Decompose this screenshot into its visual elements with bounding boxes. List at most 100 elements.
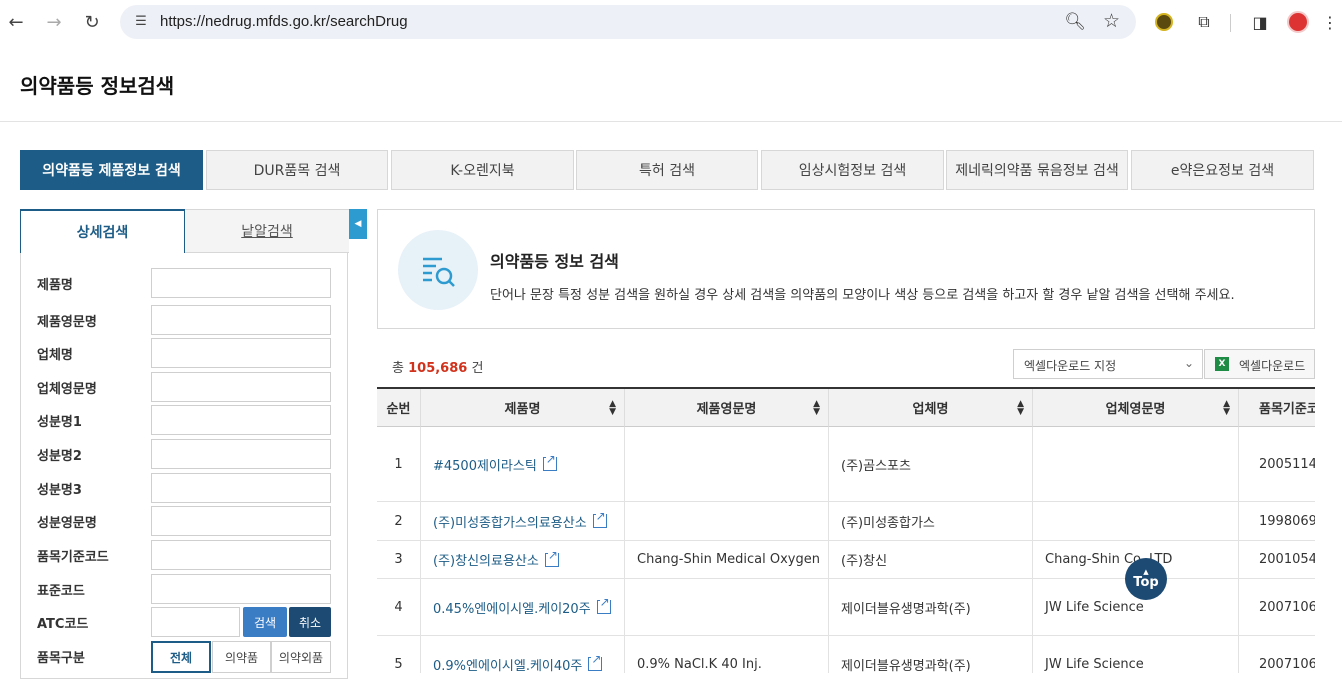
product-name[interactable]: (주)미성종합가스의료용산소 <box>433 512 587 531</box>
external-link-icon[interactable] <box>588 652 603 671</box>
extension-badge-icon[interactable] <box>1150 8 1178 36</box>
excel-download-button[interactable]: X 엑셀다운로드 <box>1204 349 1315 379</box>
product-name-link[interactable]: #4500제이라스틱 <box>421 427 625 502</box>
tab-pill-search[interactable]: 낱알검색 <box>185 209 349 253</box>
category-all-option[interactable]: 전체 <box>151 641 211 673</box>
field-label: 업체명 <box>37 348 73 363</box>
field-product-eng-name: 제품영문명 <box>37 305 333 335</box>
field-item-category: 품목구분 전체 의약품 의약외품 <box>37 641 333 673</box>
product-eng-name <box>625 427 829 502</box>
row-no: 4 <box>377 579 421 636</box>
page: 의약품등 정보검색 의약품등 제품정보 검색 DUR품목 검색 K-오렌지북 특… <box>0 44 1342 679</box>
back-icon[interactable]: ← <box>2 8 30 36</box>
address-bar[interactable]: ☰ https://nedrug.mfds.go.kr/searchDrug 🔍… <box>120 5 1136 39</box>
sort-icon[interactable]: ▲ ▼ <box>609 400 616 417</box>
field-label: 성분명2 <box>37 449 82 464</box>
item-code: 20010544 <box>1239 541 1315 579</box>
external-link-icon[interactable] <box>542 452 557 471</box>
results-table: 순번 제품명 ▲ ▼ 제품영문명 ▲ ▼ 업체명 ▲ ▼ 업체영문명 ▲ ▼ 품목기준코 1 #… <box>377 387 1315 673</box>
field-item-code: 품목기준코드 <box>37 540 333 570</box>
sort-icon[interactable]: ▲ ▼ <box>1223 400 1230 417</box>
field-label: ATC코드 <box>37 617 89 632</box>
site-settings-icon[interactable]: ☰ <box>132 13 150 31</box>
reload-icon[interactable]: ↻ <box>78 8 106 36</box>
atc-cancel-button[interactable]: 취소 <box>289 607 331 637</box>
count-suffix: 건 <box>471 361 484 376</box>
item-code: 19980698 <box>1239 502 1315 541</box>
star-icon[interactable]: ☆ <box>1103 10 1120 32</box>
side-panel-icon[interactable]: ◨ <box>1246 8 1274 36</box>
col-header-company[interactable]: 업체명 ▲ ▼ <box>829 389 1033 427</box>
ingredient-eng-name-input[interactable] <box>151 506 331 536</box>
field-product-name: 제품명 <box>37 268 333 298</box>
product-name-link[interactable]: 0.9%엔에이시엘.케이40주 <box>421 636 625 673</box>
product-eng-name-input[interactable] <box>151 305 331 335</box>
atc-search-button[interactable]: 검색 <box>243 607 287 637</box>
ingredient-2-input[interactable] <box>151 439 331 469</box>
product-name-link[interactable]: 0.45%엔에이시엘.케이20주 <box>421 579 625 636</box>
col-header-product[interactable]: 제품명 ▲ ▼ <box>421 389 625 427</box>
product-name[interactable]: 0.45%엔에이시엘.케이20주 <box>433 598 591 617</box>
tab-clinical-trial[interactable]: 임상시험정보 검색 <box>761 150 944 190</box>
page-title: 의약품등 정보검색 <box>20 74 175 98</box>
product-name[interactable]: (주)창신의료용산소 <box>433 550 539 569</box>
product-name-link[interactable]: (주)창신의료용산소 <box>421 541 625 579</box>
company-name: (주)창신 <box>829 541 1033 579</box>
tab-patent[interactable]: 특허 검색 <box>576 150 758 190</box>
tab-product-info[interactable]: 의약품등 제품정보 검색 <box>20 150 203 190</box>
scroll-top-button[interactable]: ▲ Top <box>1125 558 1167 600</box>
standard-code-input[interactable] <box>151 574 331 604</box>
product-name[interactable]: #4500제이라스틱 <box>433 455 537 474</box>
external-link-icon[interactable] <box>596 595 611 614</box>
excel-download-select[interactable]: 엑셀다운로드 지정 ⌄ <box>1013 349 1203 379</box>
atc-code-input[interactable] <box>151 607 240 637</box>
item-code: 20071060 <box>1239 636 1315 673</box>
tab-generic-bundle[interactable]: 제네릭의약품 묶음정보 검색 <box>946 150 1128 190</box>
sort-icon[interactable]: ▲ ▼ <box>813 400 820 417</box>
col-header-label: 품목기준코 <box>1259 402 1315 417</box>
field-company-eng-name: 업체영문명 <box>37 372 333 402</box>
item-code-input[interactable] <box>151 540 331 570</box>
field-label: 표준코드 <box>37 584 85 599</box>
category-drug-option[interactable]: 의약품 <box>212 641 271 673</box>
ingredient-1-input[interactable] <box>151 405 331 435</box>
external-link-icon[interactable] <box>544 547 559 567</box>
info-description: 단어나 문장 특정 성분 검색을 원하실 경우 상세 검색을 의약품의 모양이나… <box>490 288 1235 303</box>
product-name-input[interactable] <box>151 268 331 298</box>
tab-detail-search[interactable]: 상세검색 <box>20 209 185 253</box>
forward-icon[interactable]: → <box>40 8 68 36</box>
col-header-company-eng[interactable]: 업체영문명 ▲ ▼ <box>1033 389 1239 427</box>
company-eng-name-input[interactable] <box>151 372 331 402</box>
product-name[interactable]: 0.9%엔에이시엘.케이40주 <box>433 655 582 674</box>
tab-e-drug-info[interactable]: e약은요정보 검색 <box>1131 150 1314 190</box>
info-title: 의약품등 정보 검색 <box>490 252 619 271</box>
tab-dur[interactable]: DUR품목 검색 <box>206 150 388 190</box>
company-name: (주)미성종합가스 <box>829 502 1033 541</box>
tab-k-orange-book[interactable]: K-오렌지북 <box>391 150 574 190</box>
url-text[interactable]: https://nedrug.mfds.go.kr/searchDrug <box>160 13 408 30</box>
toolbar-divider <box>1230 14 1231 32</box>
category-quasi-drug-option[interactable]: 의약외품 <box>271 641 331 673</box>
field-company-name: 업체명 <box>37 338 333 368</box>
field-ingredient-eng-name: 성분영문명 <box>37 506 333 536</box>
zoom-icon[interactable]: 🔍︎ <box>1064 12 1086 32</box>
field-label: 성분영문명 <box>37 516 97 531</box>
field-ingredient-3: 성분명3 <box>37 473 333 503</box>
ingredient-3-input[interactable] <box>151 473 331 503</box>
col-header-product-eng[interactable]: 제품영문명 ▲ ▼ <box>625 389 829 427</box>
external-link-icon[interactable] <box>592 509 607 528</box>
company-name: (주)곰스포츠 <box>829 427 1033 502</box>
company-eng-name: JW Life Science <box>1033 636 1239 673</box>
sort-icon[interactable]: ▲ ▼ <box>1017 400 1024 417</box>
company-name-input[interactable] <box>151 338 331 368</box>
avatar[interactable] <box>1284 8 1312 36</box>
search-list-icon <box>398 230 478 310</box>
col-header-item-code[interactable]: 품목기준코 <box>1239 389 1315 427</box>
puzzle-icon[interactable]: ⧉ <box>1190 8 1218 36</box>
col-header-label: 업체명 <box>912 402 949 417</box>
menu-icon[interactable]: ⋮ <box>1316 8 1342 36</box>
collapse-panel-button[interactable]: ◀ <box>349 209 367 239</box>
field-standard-code: 표준코드 <box>37 574 333 604</box>
item-code: 20071060 <box>1239 579 1315 636</box>
product-name-link[interactable]: (주)미성종합가스의료용산소 <box>421 502 625 541</box>
